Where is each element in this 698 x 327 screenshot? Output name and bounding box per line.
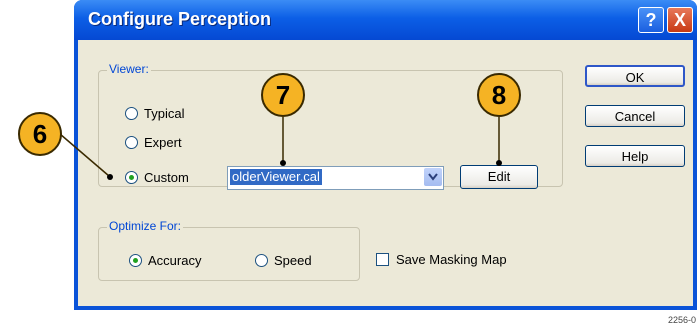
callout-leaders [59, 117, 502, 180]
callout-8-dot [496, 160, 502, 166]
callout-6-leader [59, 133, 110, 177]
figure-number: 2256-0 [667, 315, 696, 325]
callout-6-dot [107, 174, 113, 180]
callout-8: 8 [477, 73, 521, 117]
callout-6: 6 [18, 112, 62, 156]
callout-7-dot [280, 160, 286, 166]
callout-7: 7 [261, 73, 305, 117]
